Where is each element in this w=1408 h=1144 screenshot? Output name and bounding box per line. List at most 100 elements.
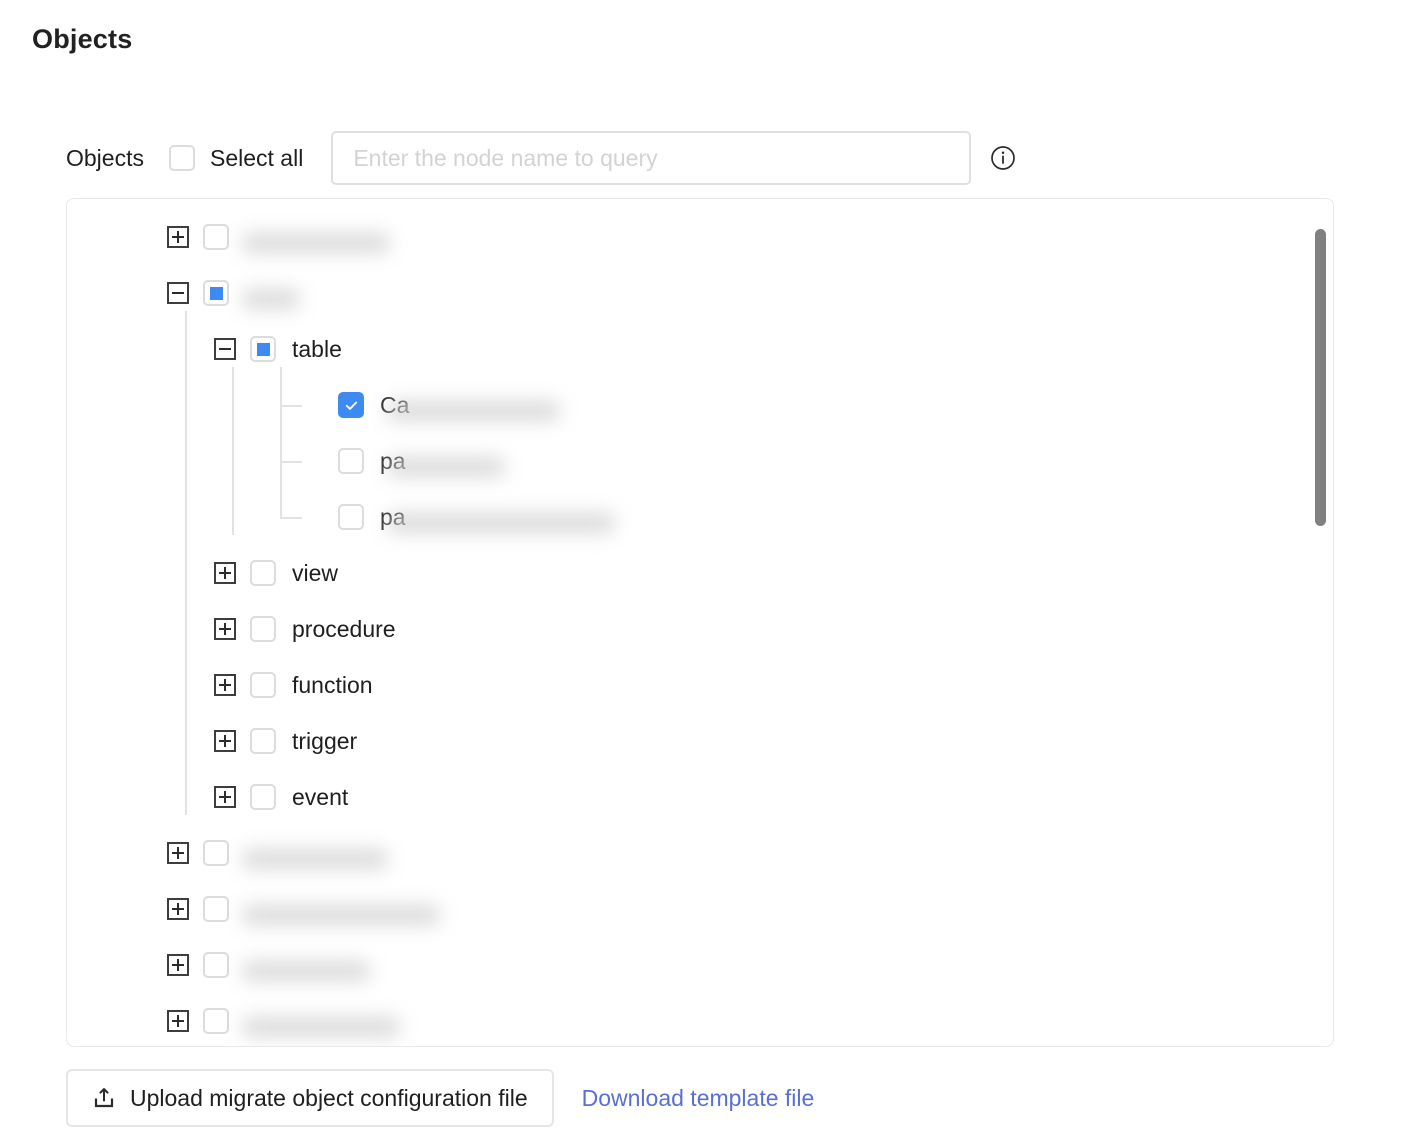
tree-node-label-redacted: pa [380,504,616,534]
tree-node-list: table Ca pa pa view procedure function trigger e… [67,199,1333,1046]
tree-node-row[interactable] [67,265,1333,321]
redaction-blur-bar [386,455,506,478]
select-all-control[interactable]: Select all [168,144,304,172]
redaction-blur-bar [386,399,561,422]
select-all-checkbox[interactable] [168,145,195,171]
toggle-bar-vertical [177,959,179,971]
tree-node-label-redacted [241,840,389,870]
tree-node-label-redacted [241,896,441,926]
tree-node-row[interactable]: trigger [67,713,1333,769]
toggle-bar-vertical [224,679,226,691]
tree-node-checkbox[interactable] [250,336,276,362]
redaction-blur-bar [241,959,371,982]
tree-node-checkbox[interactable] [250,784,276,810]
tree-node-checkbox[interactable] [203,280,229,306]
tree-node-row[interactable]: pa [67,433,1333,489]
footer-actions: Upload migrate object configuration file… [66,1069,814,1127]
tree-node-checkbox[interactable] [250,728,276,754]
tree-node-label-redacted [241,280,301,310]
toggle-bar-vertical [224,623,226,635]
expand-node-icon[interactable] [214,562,236,584]
redaction-blur-bar [241,847,389,870]
tree-scrollbar-track[interactable] [1314,207,1326,1038]
expand-node-icon[interactable] [167,226,189,248]
tree-scrollbar-thumb[interactable] [1315,229,1326,526]
tree-node-row[interactable]: table [67,321,1333,377]
objects-header-row: Objects Select all [66,128,1017,188]
toggle-bar-vertical [177,847,179,859]
tree-node-row[interactable]: function [67,657,1333,713]
tree-node-checkbox[interactable] [203,896,229,922]
tree-node-row[interactable]: view [67,545,1333,601]
collapse-node-icon[interactable] [214,338,236,360]
tree-node-checkbox[interactable] [250,672,276,698]
tree-node-checkbox[interactable] [203,840,229,866]
tree-node-label: function [292,671,373,698]
expand-node-icon[interactable] [167,898,189,920]
tree-node-checkbox[interactable] [203,1008,229,1034]
tree-node-row[interactable] [67,993,1333,1046]
tree-node-label-redacted: Ca [380,392,561,422]
redaction-blur-bar [241,1015,401,1038]
tree-node-label: event [292,783,349,810]
tree-node-row[interactable] [67,937,1333,993]
expand-node-icon[interactable] [214,674,236,696]
toggle-bar-vertical [224,735,226,747]
tree-node-checkbox[interactable] [250,616,276,642]
tree-node-checkbox[interactable] [338,504,364,530]
collapse-node-icon[interactable] [167,282,189,304]
toggle-bar-horizontal [219,348,231,350]
tree-node-label-redacted [241,952,371,982]
tree-node-row[interactable] [67,881,1333,937]
tree-node-row[interactable]: event [67,769,1333,825]
upload-migrate-object-configuration-file-button[interactable]: Upload migrate object configuration file [66,1069,554,1127]
expand-node-icon[interactable] [167,842,189,864]
toggle-bar-vertical [177,1015,179,1027]
redaction-blur-bar [386,511,616,534]
search-input-wrapper[interactable] [331,131,972,185]
tree-node-label: procedure [292,615,396,642]
tree-node-checkbox[interactable] [338,448,364,474]
upload-icon [92,1086,116,1110]
expand-node-icon[interactable] [214,618,236,640]
expand-node-icon[interactable] [214,786,236,808]
tree-node-label-redacted: pa [380,448,506,478]
tree-node-checkbox[interactable] [203,952,229,978]
tree-node-label: view [292,559,339,586]
tree-node-row[interactable]: Ca [67,377,1333,433]
expand-node-icon[interactable] [167,954,189,976]
expand-node-icon[interactable] [167,1010,189,1032]
tree-guide-line-vertical [280,367,282,517]
toggle-bar-vertical [177,231,179,243]
tree-node-checkbox[interactable] [203,224,229,250]
toggle-bar-vertical [177,903,179,915]
tree-node-checkbox[interactable] [338,392,364,418]
toggle-bar-vertical [224,791,226,803]
tree-node-row[interactable]: pa [67,489,1333,545]
tree-node-checkbox[interactable] [250,560,276,586]
tree-node-label: table [292,335,342,362]
toggle-bar-horizontal [172,292,184,294]
tree-node-row[interactable]: procedure [67,601,1333,657]
info-circle-icon[interactable] [989,144,1017,172]
search-input[interactable] [351,143,952,173]
checkbox-check-icon [345,401,357,410]
objects-label: Objects [66,144,144,171]
tree-node-row[interactable] [67,209,1333,265]
tree-guide-line-horizontal [280,405,302,407]
redaction-blur-bar [241,287,301,310]
download-template-file-link[interactable]: Download template file [582,1085,815,1112]
redaction-blur-bar [241,231,391,254]
tree-guide-line-vertical [232,367,234,535]
select-all-label: Select all [209,144,304,171]
tree-node-label-redacted [241,224,391,254]
checkbox-indeterminate-mark [256,342,270,356]
expand-node-icon[interactable] [214,730,236,752]
checkbox-indeterminate-mark [209,286,223,300]
tree-node-row[interactable] [67,825,1333,881]
objects-tree-panel[interactable]: table Ca pa pa view procedure function trigger e… [66,198,1334,1047]
upload-button-label: Upload migrate object configuration file [130,1084,528,1111]
tree-node-label-redacted [241,1008,401,1038]
tree-guide-line-horizontal [280,461,302,463]
tree-guide-line-vertical [185,311,187,815]
